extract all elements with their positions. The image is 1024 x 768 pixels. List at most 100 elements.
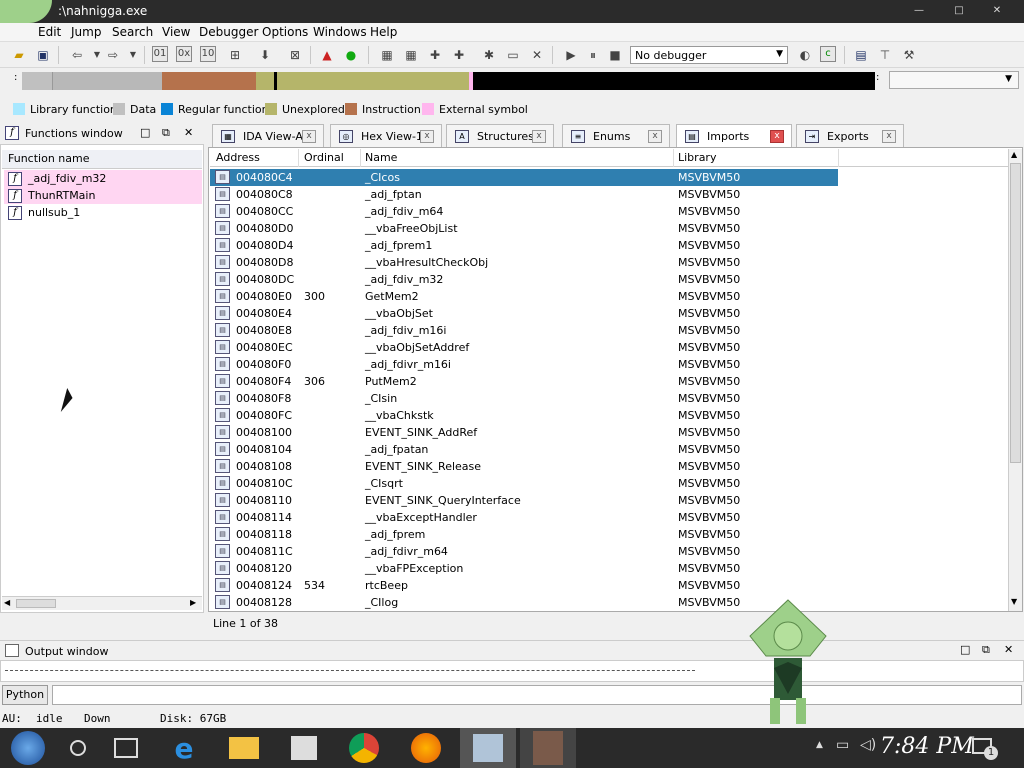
table-row[interactable]: ▤ 004080C8 _adj_fptan MSVBVM50 <box>210 186 838 203</box>
menu-options[interactable]: Options <box>262 25 308 39</box>
forward-dropdown-icon[interactable]: ▼ <box>124 46 142 64</box>
start-button[interactable] <box>0 728 56 768</box>
binary-icon[interactable]: 01 <box>152 46 168 62</box>
table-row[interactable]: ▤ 004080F4 306 PutMem2 MSVBVM50 <box>210 373 838 390</box>
undefine-icon[interactable]: ⊠ <box>286 46 304 64</box>
close-tab-icon[interactable]: x <box>532 130 546 143</box>
warning-icon[interactable]: ▲ <box>318 46 336 64</box>
table-row[interactable]: ▤ 004080EC __vbaObjSetAddref MSVBVM50 <box>210 339 838 356</box>
table-row[interactable]: ▤ 00408128 _CIlog MSVBVM50 <box>210 594 838 611</box>
table-row[interactable]: ▤ 0040810C _CIsqrt MSVBVM50 <box>210 475 838 492</box>
cross-icon[interactable]: ✕ <box>528 46 546 64</box>
menu-jump[interactable]: Jump <box>71 25 101 39</box>
table-row[interactable]: ▤ 00408108 EVENT_SINK_Release MSVBVM50 <box>210 458 838 475</box>
scroll-down-icon[interactable]: ▼ <box>1011 597 1017 606</box>
table-row[interactable]: ▤ 004080CC _adj_fdiv_m64 MSVBVM50 <box>210 203 838 220</box>
close-pane-icon[interactable]: ✕ <box>1004 643 1013 656</box>
play-icon[interactable]: ▶ <box>562 46 580 64</box>
taskbar-firefox[interactable] <box>398 728 454 768</box>
tools-icon[interactable]: ⚒ <box>900 46 918 64</box>
string-icon[interactable]: ⊞ <box>226 46 244 64</box>
taskbar-store[interactable] <box>276 728 332 768</box>
table-row[interactable]: ▤ 004080E4 __vbaObjSet MSVBVM50 <box>210 305 838 322</box>
edit-icon[interactable]: ▭ <box>504 46 522 64</box>
column-header-address[interactable]: Address <box>216 151 260 164</box>
table-row[interactable]: ▤ 00408120 __vbaFPException MSVBVM50 <box>210 560 838 577</box>
table-row[interactable]: ▤ 004080D8 __vbaHresultCheckObj MSVBVM50 <box>210 254 838 271</box>
taskbar-edge[interactable]: e <box>156 728 212 768</box>
close-tab-icon[interactable]: x <box>648 130 662 143</box>
column-header-ordinal[interactable]: Ordinal <box>304 151 344 164</box>
maximize-pane-icon[interactable]: □ <box>960 643 970 656</box>
table-row[interactable]: ▤ 0040811C _adj_fdivr_m64 MSVBVM50 <box>210 543 838 560</box>
back-arrow-icon[interactable]: ⇦ <box>68 46 86 64</box>
taskbar-image-viewer[interactable] <box>520 728 576 768</box>
clock[interactable]: 7:84 PM <box>880 734 974 759</box>
table-row[interactable]: ▤ 00408124 534 rtcBeep MSVBVM50 <box>210 577 838 594</box>
table-row[interactable]: ▤ 004080E8 _adj_fdiv_m16i MSVBVM50 <box>210 322 838 339</box>
volume-icon[interactable]: ◁) <box>860 737 876 753</box>
function-item[interactable]: f ThunRTMain <box>4 187 202 204</box>
table-row[interactable]: ▤ 00408104 _adj_fpatan MSVBVM50 <box>210 441 838 458</box>
scroll-right-icon[interactable]: ▶ <box>190 598 196 607</box>
table-row[interactable]: ▤ 004080C4 _CIcos MSVBVM50 <box>210 169 838 186</box>
function-item[interactable]: f nullsub_1 <box>4 204 202 221</box>
pin-icon[interactable]: ⊤ <box>876 46 894 64</box>
column-header-name[interactable]: Name <box>365 151 397 164</box>
minimize-button[interactable]: — <box>906 3 932 18</box>
struct-offset-icon[interactable]: ▦ <box>402 46 420 64</box>
table-row[interactable]: ▤ 004080E0 300 GetMem2 MSVBVM50 <box>210 288 838 305</box>
table-row[interactable]: ▤ 004080F0 _adj_fdivr_m16i MSVBVM50 <box>210 356 838 373</box>
output-window-content[interactable] <box>0 660 1024 682</box>
table-row[interactable]: ▤ 004080DC _adj_fdiv_m32 MSVBVM50 <box>210 271 838 288</box>
float-pane-icon[interactable]: ⧉ <box>162 126 170 140</box>
add-dropdown-icon[interactable]: ✚ <box>450 46 468 64</box>
maximize-pane-icon[interactable]: □ <box>140 126 150 139</box>
table-row[interactable]: ▤ 00408114 __vbaExceptHandler MSVBVM50 <box>210 509 838 526</box>
scroll-up-icon[interactable]: ▲ <box>1011 150 1017 159</box>
network-icon[interactable]: ▭ <box>836 737 849 753</box>
nav-dropdown[interactable]: ▼ <box>889 71 1019 89</box>
table-row[interactable]: ▤ 004080F8 _CIsin MSVBVM50 <box>210 390 838 407</box>
taskbar-file-explorer[interactable] <box>216 728 272 768</box>
close-tab-icon[interactable]: x <box>882 130 896 143</box>
imports-vertical-scrollbar[interactable]: ▲ ▼ <box>1008 149 1022 611</box>
open-icon[interactable]: ▰ <box>10 46 28 64</box>
table-row[interactable]: ▤ 00408118 _adj_fprem MSVBVM50 <box>210 526 838 543</box>
save-icon[interactable]: ▣ <box>34 46 52 64</box>
tab-hex-view-1[interactable]: ◎ Hex View-1 x <box>330 124 442 147</box>
green-dot-icon[interactable]: ● <box>342 46 360 64</box>
table-row[interactable]: ▤ 00408100 EVENT_SINK_AddRef MSVBVM50 <box>210 424 838 441</box>
navigation-band[interactable] <box>22 72 875 90</box>
table-row[interactable]: ▤ 004080D0 __vbaFreeObjList MSVBVM50 <box>210 220 838 237</box>
task-view-button[interactable] <box>98 728 154 768</box>
forward-arrow-icon[interactable]: ⇨ <box>104 46 122 64</box>
debugger-select[interactable]: No debugger ▼ <box>630 46 788 64</box>
stop-icon[interactable]: ■ <box>606 46 624 64</box>
maximize-button[interactable]: □ <box>946 3 972 18</box>
menu-view[interactable]: View <box>162 25 190 39</box>
taskbar-chrome[interactable] <box>336 728 392 768</box>
struct-icon[interactable]: ▦ <box>378 46 396 64</box>
pause-icon[interactable]: ⏸ <box>584 46 602 64</box>
close-tab-icon[interactable]: x <box>770 130 784 143</box>
menu-debugger[interactable]: Debugger <box>199 25 258 39</box>
float-pane-icon[interactable]: ⧉ <box>982 643 990 657</box>
close-tab-icon[interactable]: x <box>420 130 434 143</box>
book-icon[interactable]: ▤ <box>852 46 870 64</box>
close-tab-icon[interactable]: x <box>302 130 316 143</box>
cpu-icon[interactable]: c <box>820 46 836 62</box>
down-arrow-icon[interactable]: ⬇ <box>256 46 274 64</box>
tab-enums[interactable]: ≡ Enums x <box>562 124 670 147</box>
function-name-column-header[interactable]: Function name <box>2 150 202 169</box>
add-icon[interactable]: ✚ <box>426 46 444 64</box>
taskbar-ida[interactable] <box>460 728 516 768</box>
table-row[interactable]: ▤ 004080D4 _adj_fprem1 MSVBVM50 <box>210 237 838 254</box>
column-header-library[interactable]: Library <box>678 151 716 164</box>
menu-edit[interactable]: Edit <box>38 25 61 39</box>
tab-ida-view-a[interactable]: ▦ IDA View-A x <box>212 124 324 147</box>
tray-chevron-up-icon[interactable]: ▲ <box>816 740 823 750</box>
command-input[interactable] <box>52 685 1022 705</box>
close-pane-icon[interactable]: ✕ <box>184 126 193 139</box>
tab-exports[interactable]: ⇥ Exports x <box>796 124 904 147</box>
